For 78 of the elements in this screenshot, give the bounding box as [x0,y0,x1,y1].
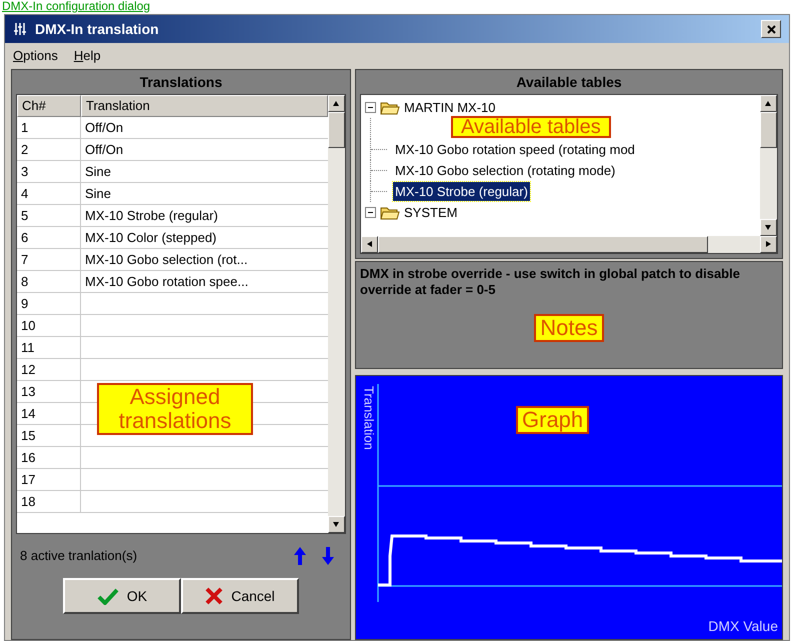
arrow-up-icon [294,547,306,565]
arrow-left-icon [366,241,373,248]
arrow-down-icon [322,547,334,565]
channel-cell: 7 [17,249,81,270]
axis-label: Translation [360,386,378,450]
channel-cell: 6 [17,227,81,248]
channel-cell: 1 [17,117,81,138]
channel-cell: 17 [17,469,81,490]
channel-cell: 15 [17,425,81,446]
cancel-button[interactable]: Cancel [181,578,299,614]
tree-item[interactable]: MARTIN MX-10 [404,98,496,118]
callout-label: Notes [534,314,604,342]
link[interactable]: DMX-In configuration dialog [2,0,150,13]
collapse-icon[interactable] [365,102,376,113]
folder-icon [380,100,400,115]
translation-cell-text: Off/On [84,141,124,159]
channel-cell: 16 [17,447,81,468]
channel-cell: 8 [17,271,81,292]
scroll-up-button[interactable] [328,95,345,112]
channel-cell: 12 [17,359,81,380]
scrollbar-thumb[interactable] [328,112,345,148]
tree-item[interactable]: SYSTEM [404,202,458,222]
arrow-down-icon [765,224,772,231]
callout-label: Available tables [451,116,611,138]
panel-title: Available tables [516,72,622,92]
scroll-up-button[interactable] [760,95,777,112]
column-header[interactable]: Ch# [17,95,81,117]
translation-cell-text: Sine [84,163,112,181]
arrow-down-icon [333,521,340,528]
menu-item[interactable]: Options [13,46,58,66]
tree-item[interactable]: MX-10 Gobo rotation speed (rotating mod [393,140,637,160]
scroll-right-button[interactable] [760,236,777,253]
channel-cell: 10 [17,315,81,336]
translation-cell-text: Sine [84,185,112,203]
channel-cell: 5 [17,205,81,226]
translation-cell-text: MX-10 Strobe (regular) [84,207,219,225]
vertical-scrollbar[interactable] [760,95,777,236]
tree-item[interactable]: MX-10 Strobe (regular) [393,182,530,202]
channel-cell: 3 [17,161,81,182]
scroll-down-button[interactable] [328,516,345,533]
channel-cell: 14 [17,403,81,424]
translation-cell-text: Off/On [84,119,124,137]
translation-cell-text: MX-10 Color (stepped) [84,229,218,247]
translation-cell-text: MX-10 Gobo selection (rot... [84,251,249,269]
channel-cell: 4 [17,183,81,204]
fader-icon [13,22,27,36]
arrow-up-icon [333,100,340,107]
channel-cell: 2 [17,139,81,160]
cross-icon [205,587,224,605]
collapse-icon[interactable] [365,207,376,218]
checkmark-icon [96,587,119,605]
callout-label: Graph [516,406,590,434]
channel-cell: 13 [17,381,81,402]
panel-title: Translations [140,72,222,92]
channel-cell: 9 [17,293,81,314]
window-title: DMX-In translation [35,20,160,38]
column-header[interactable]: Translation [81,95,328,117]
scrollbar-thumb[interactable] [378,236,708,253]
folder-icon [380,205,400,220]
translation-cell-text: MX-10 Gobo rotation spee... [84,273,250,291]
vertical-scrollbar[interactable] [328,95,345,533]
scroll-left-button[interactable] [361,236,378,253]
scrollbar-thumb[interactable] [760,112,777,148]
status-text: 8 active tranlation(s) [20,547,138,566]
axis-label: DMX Value [708,617,778,636]
callout-label: Assigned translations [97,383,253,435]
ok-button[interactable]: OK [63,578,181,614]
tree-item[interactable]: MX-10 Gobo selection (rotating mode) [393,160,618,180]
arrow-right-icon [765,241,772,248]
notes-text: DMX in strobe override - use switch in global patch to disable override at fader = 0-5 [360,266,741,298]
channel-cell: 18 [17,491,81,512]
channel-cell: 11 [17,337,81,358]
arrow-up-icon [765,100,772,107]
close-icon [766,24,776,34]
menu-item[interactable]: Help [74,46,101,66]
scroll-down-button[interactable] [760,219,777,236]
close-button[interactable] [761,20,781,38]
horizontal-scrollbar[interactable] [361,236,777,253]
